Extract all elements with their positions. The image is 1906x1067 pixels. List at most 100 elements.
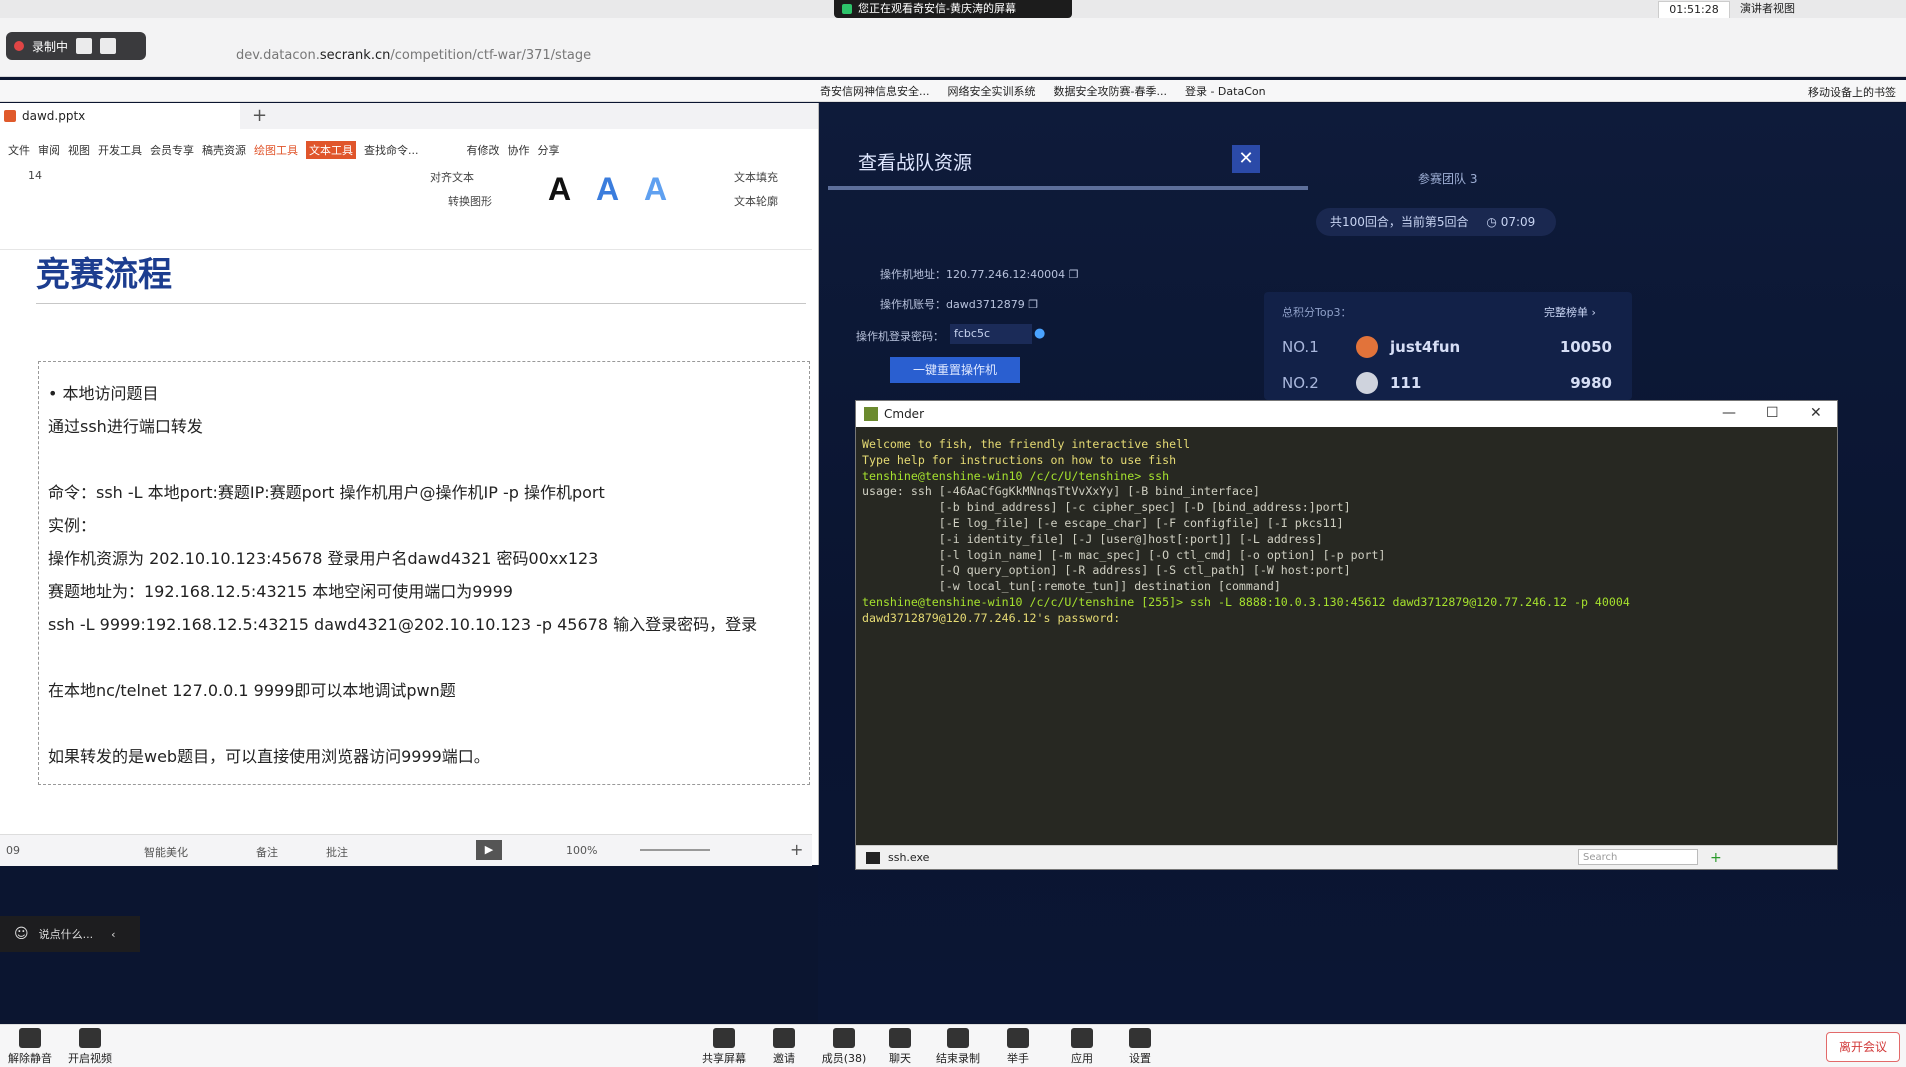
bookmarks-bar: 奇安信网神信息安全... 网络安全实训系统 数据安全攻防赛-春季... 登录 -… (0, 80, 1906, 102)
menu-item[interactable]: 文件 (8, 142, 30, 158)
share-button[interactable]: 分享 (538, 142, 560, 158)
zoom-slider[interactable] (640, 849, 710, 851)
close-icon[interactable]: ✕ (1810, 405, 1822, 421)
has-changes[interactable]: 有修改 (467, 142, 500, 158)
terminal-line: [-w local_tun[:remote_tun]] destination … (862, 579, 1281, 594)
menu-item[interactable]: 绘图工具 (254, 142, 298, 158)
notes-button[interactable]: 备注 (256, 844, 278, 860)
chat-input[interactable]: ☺ 说点什么... ‹ (0, 916, 140, 952)
font-size-select[interactable]: 14 (28, 169, 42, 182)
close-icon[interactable]: ✕ (1232, 145, 1260, 173)
cmder-tab[interactable]: ssh.exe (888, 851, 929, 864)
search-command[interactable]: 查找命令... (364, 142, 419, 158)
toolbar-label: 邀请 (773, 1052, 795, 1065)
terminal-output[interactable]: Welcome to fish, the friendly interactiv… (862, 437, 1822, 627)
team-name: 111 (1390, 374, 1422, 392)
copy-icon[interactable]: ❐ (1069, 268, 1079, 281)
terminal-line: tenshine@tenshine-win10 /c/c/U/tenshine>… (862, 468, 1170, 483)
bookmark-item[interactable]: 网络安全实训系统 (948, 83, 1036, 99)
menu-item[interactable]: 审阅 (38, 142, 60, 158)
toolbar-chat[interactable]: 聊天 (870, 1028, 930, 1066)
toolbar-video-off[interactable]: 开启视频 (60, 1028, 120, 1066)
raise-hand-icon (1007, 1028, 1029, 1048)
bookmark-item[interactable]: 数据安全攻防赛-春季... (1054, 83, 1167, 99)
toolbar-stop-record[interactable]: 结束录制 (928, 1028, 988, 1066)
toolbar-share-screen[interactable]: 共享屏幕 (694, 1028, 754, 1066)
ppt-document-tab[interactable]: dawd.pptx (0, 103, 240, 129)
op-password-label: 操作机登录密码： (856, 330, 944, 343)
menu-item[interactable]: 会员专享 (150, 142, 194, 158)
chat-placeholder: 说点什么... (38, 928, 94, 941)
zoom-in-icon[interactable]: + (790, 840, 803, 859)
slide-text-line: ssh -L 9999:192.168.12.5:43215 dawd4321@… (48, 615, 758, 634)
text-outline-button[interactable]: 文本轮廓 (734, 193, 778, 209)
toolbar-label: 解除静音 (8, 1052, 52, 1065)
toolbar-label: 结束录制 (936, 1052, 980, 1065)
toolbar-label: 开启视频 (68, 1052, 112, 1065)
copy-icon[interactable]: ❐ (1028, 298, 1038, 311)
new-tab-icon[interactable]: + (252, 105, 267, 126)
text-style-outline[interactable]: A (644, 171, 667, 208)
cmder-titlebar: Cmder — ☐ ✕ (856, 401, 1837, 427)
bookmark-item[interactable]: 奇安信网神信息安全... (820, 83, 930, 99)
presenter-view-dropdown[interactable]: 演讲者视图 (1740, 1, 1795, 17)
op-password-field[interactable]: fcbc5c (950, 324, 1032, 344)
share-banner-text: 您正在观看奇安信-黄庆涛的屏幕 (858, 2, 1016, 15)
new-console-icon[interactable]: + (1710, 850, 1722, 866)
console-icon (866, 851, 880, 864)
zoom-level[interactable]: 100% (566, 844, 597, 857)
toolbar-settings[interactable]: 设置 (1110, 1028, 1170, 1066)
text-fill-button[interactable]: 文本填充 (734, 169, 778, 185)
toolbar-invite[interactable]: 邀请 (754, 1028, 814, 1066)
convert-shape-button[interactable]: 转换图形 (448, 193, 492, 209)
leave-meeting-button[interactable]: 离开会议 (1826, 1032, 1900, 1062)
text-style-blue[interactable]: A (596, 171, 619, 208)
menu-item[interactable]: 文本工具 (306, 141, 356, 159)
menu-item[interactable]: 稿壳资源 (202, 142, 246, 158)
menu-item[interactable]: 视图 (68, 142, 90, 158)
screen-share-banner[interactable]: 您正在观看奇安信-黄庆涛的屏幕 (834, 0, 1072, 18)
rank-no: NO.1 (1282, 338, 1319, 356)
address-bar[interactable]: dev.datacon.secrank.cn/competition/ctf-w… (236, 48, 591, 63)
team-avatar (1356, 336, 1378, 358)
terminal-line: tenshine@tenshine-win10 /c/c/U/tenshine … (862, 594, 1630, 609)
full-ranking-link[interactable]: 完整榜单 › (1544, 304, 1596, 320)
toolbar-raise-hand[interactable]: 举手 (988, 1028, 1048, 1066)
smart-beautify-button[interactable]: 智能美化 (144, 844, 188, 860)
comments-button[interactable]: 批注 (326, 844, 348, 860)
collapse-icon[interactable]: ‹ (111, 928, 115, 941)
terminal-line: usage: ssh [-46AaCfGgKkMNnqsTtVvXxYy] [-… (862, 484, 1260, 499)
play-icon[interactable]: ▶ (476, 840, 502, 860)
toolbar-mic-muted[interactable]: 解除静音 (0, 1028, 60, 1066)
toolbar-members[interactable]: 成员(38) (814, 1028, 874, 1066)
op-user-label: 操作机账号： (880, 298, 946, 311)
stop-icon[interactable] (100, 38, 117, 54)
collaborate-button[interactable]: 协作 (508, 142, 530, 158)
emoji-icon[interactable]: ☺ (14, 926, 29, 942)
round-timer: 07:09 (1500, 215, 1536, 229)
cmder-search-field[interactable]: Search (1578, 849, 1698, 865)
recording-indicator[interactable]: 录制中 (6, 32, 146, 60)
minimize-icon[interactable]: — (1722, 405, 1736, 421)
presentation-window: dawd.pptx + 文件 审阅 视图 开发工具 会员专享 稿壳资源 绘图工具… (0, 103, 819, 866)
mic-muted-icon (19, 1028, 41, 1048)
eye-icon[interactable]: ● (1034, 326, 1045, 341)
maximize-icon[interactable]: ☐ (1766, 405, 1779, 421)
title-divider (36, 303, 806, 304)
pause-icon[interactable] (76, 38, 93, 54)
reset-machine-button[interactable]: 一键重置操作机 (890, 357, 1020, 383)
invite-icon (773, 1028, 795, 1048)
terminal-line: dawd3712879@120.77.246.12's password: (862, 610, 1121, 625)
share-screen-icon (713, 1028, 735, 1048)
mobile-bookmarks[interactable]: 移动设备上的书签 (1808, 84, 1896, 100)
align-text-button[interactable]: 对齐文本 (430, 169, 474, 185)
op-address-value: 120.77.246.12:40004 (946, 268, 1066, 281)
toolbar-label: 应用 (1071, 1052, 1093, 1065)
rank-row: NO.1 just4fun 10050 (1282, 332, 1612, 362)
bookmark-item[interactable]: 登录 - DataCon (1185, 83, 1266, 99)
meeting-clock: 01:51:28 (1658, 1, 1730, 19)
chat-icon (889, 1028, 911, 1048)
toolbar-apps[interactable]: 应用 (1052, 1028, 1112, 1066)
text-style-black[interactable]: A (548, 171, 571, 208)
menu-item[interactable]: 开发工具 (98, 142, 142, 158)
